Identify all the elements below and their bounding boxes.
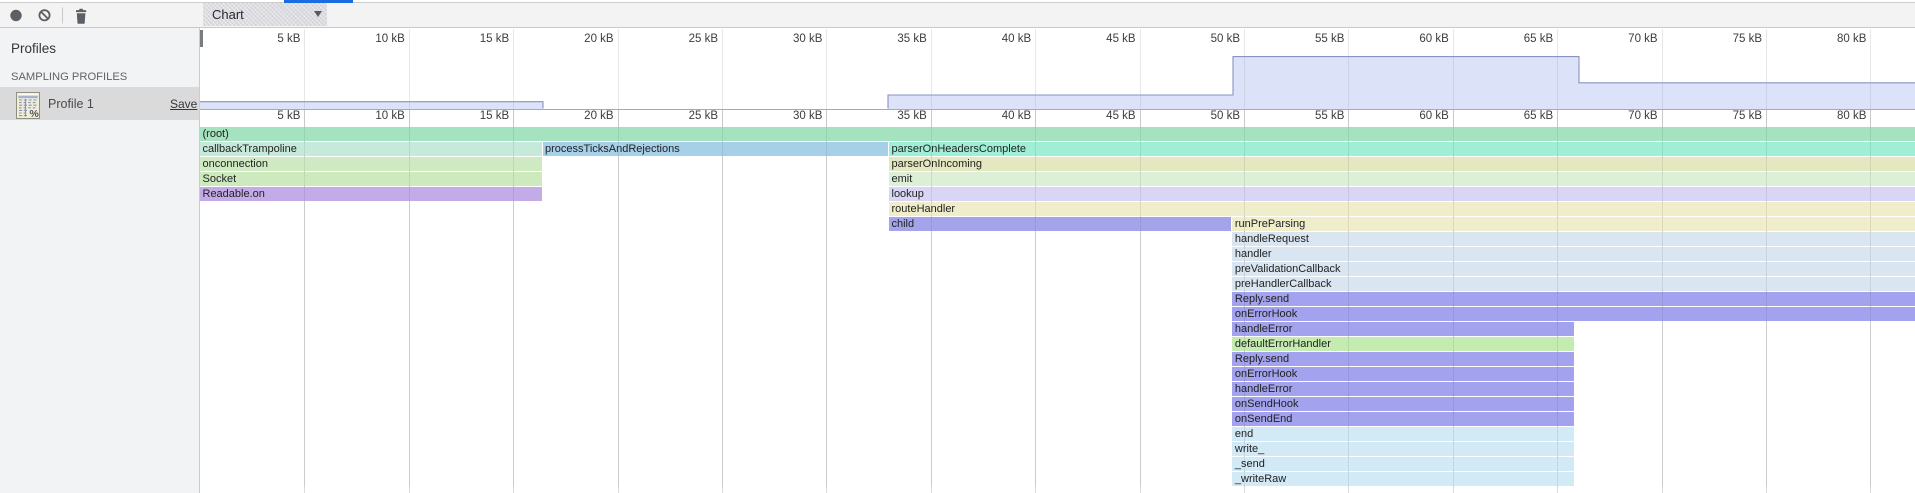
svg-text:%: %	[30, 108, 40, 119]
